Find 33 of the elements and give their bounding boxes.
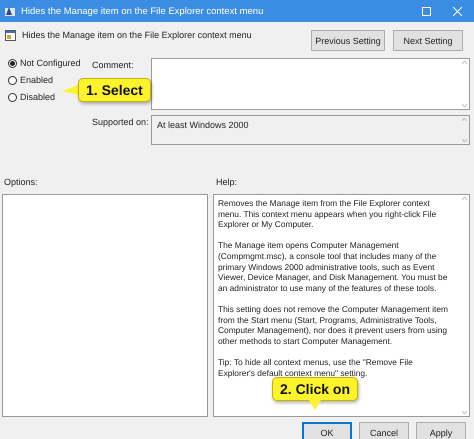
help-label: Help:	[216, 177, 238, 187]
scroll-up-icon[interactable]	[462, 61, 466, 64]
scroll-down-icon[interactable]	[462, 139, 466, 142]
supported-on-label: Supported on:	[92, 116, 150, 127]
scroll-down-icon[interactable]	[462, 411, 466, 414]
ok-button[interactable]: OK	[302, 422, 352, 439]
supported-on-field: At least Windows 2000	[151, 115, 470, 145]
previous-setting-button[interactable]: Previous Setting	[311, 30, 385, 51]
apply-button[interactable]: Apply	[416, 422, 466, 439]
options-label: Options:	[4, 177, 38, 187]
radio-option[interactable]: Disabled	[8, 92, 56, 102]
help-paragraph: This setting does not remove the Computer Management item from the Start menu (Start, Programs, Administrative Tools, Computer Management), nor does it prevent users from using other methods to start Computer Management.	[218, 304, 449, 346]
scroll-down-icon[interactable]	[462, 104, 466, 107]
help-paragraph: Tip: To hide all context menus, use the "Remove File Explorer's default context menu" setting.	[218, 356, 414, 378]
comment-label: Comment:	[92, 59, 135, 70]
window-title: Hides the Manage item on the File Explorer context menu	[21, 6, 264, 16]
maximize-icon[interactable]	[422, 6, 431, 16]
next-setting-button[interactable]: Next Setting	[393, 30, 463, 51]
callout: 1. Select	[62, 78, 151, 102]
cancel-button[interactable]: Cancel	[359, 422, 409, 439]
policy-icon	[4, 6, 16, 16]
setting-title: Hides the Manage item on the File Explorer context menu	[22, 30, 253, 40]
close-icon[interactable]	[453, 6, 462, 16]
help-paragraph: The Manage item opens Computer Management (Compmgmt.msc), a console tool that includes many of the primary Windows 2000 administrative tools, such as Event Viewer, Device Manager, and Disk Management. You must be an administrator to use many of the features of these tools.	[218, 240, 448, 294]
radio-option[interactable]: Not Configured	[8, 58, 81, 68]
scroll-up-icon[interactable]	[462, 197, 466, 200]
callout: 2. Click on	[272, 377, 358, 410]
radio-option[interactable]: Enabled	[8, 75, 54, 85]
comment-field[interactable]	[151, 58, 470, 110]
policy-settings-icon	[5, 30, 16, 41]
callout-pointer	[309, 400, 322, 410]
scroll-up-icon[interactable]	[462, 118, 466, 121]
help-paragraph: Removes the Manage item from the File Explorer context menu. This context menu appears when you right-click File Explorer or My Computer.	[218, 198, 438, 230]
